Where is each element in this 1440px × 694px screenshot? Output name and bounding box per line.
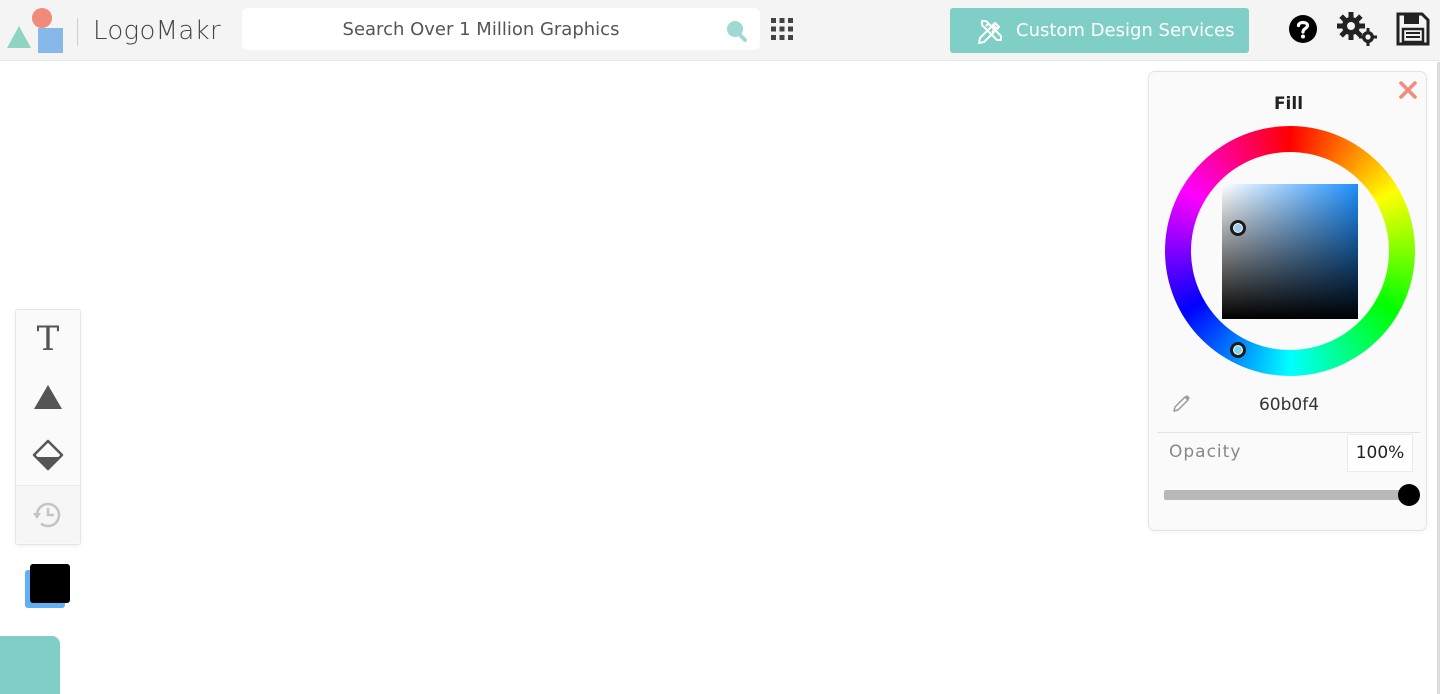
color-wheel[interactable] (1165, 126, 1415, 376)
triangle-icon (34, 385, 62, 409)
saturation-value-handle[interactable] (1230, 220, 1246, 236)
saturation-value-square[interactable] (1222, 184, 1358, 319)
logo-shapes-icon[interactable] (5, 6, 65, 54)
panel-title: Fill (1273, 94, 1304, 114)
history-tool-button[interactable] (16, 485, 80, 543)
eyedropper-icon[interactable] (1171, 392, 1193, 414)
app-logo-text[interactable]: LogoMakr (93, 16, 221, 46)
left-toolbar: T (15, 309, 81, 545)
history-icon (33, 502, 61, 527)
custom-design-services-button[interactable]: Custom Design Services (950, 8, 1249, 53)
panel-divider (1157, 432, 1420, 433)
save-icon[interactable] (1396, 12, 1430, 46)
search-input[interactable] (242, 8, 760, 50)
top-bar: LogoMakr Custom Design Services (0, 0, 1440, 61)
pencil-ruler-icon (978, 19, 1002, 44)
opacity-label: Opacity (1169, 442, 1242, 462)
custom-design-services-label: Custom Design Services (1016, 20, 1235, 41)
text-tool-button[interactable]: T (16, 310, 80, 368)
hue-handle[interactable] (1230, 342, 1246, 358)
hex-value[interactable]: 60b0f4 (1209, 395, 1369, 415)
opacity-slider-handle[interactable] (1398, 484, 1420, 506)
opacity-slider-track[interactable] (1164, 490, 1409, 500)
logo-divider (77, 18, 78, 46)
opacity-input[interactable] (1347, 434, 1413, 472)
paint-bucket-icon (32, 439, 64, 471)
search-bar[interactable] (242, 8, 760, 50)
search-icon[interactable] (724, 18, 748, 42)
shape-tool-button[interactable] (16, 368, 80, 426)
help-icon[interactable] (1288, 14, 1318, 44)
close-icon[interactable] (1398, 80, 1418, 100)
settings-icon[interactable] (1336, 11, 1378, 47)
foreground-color-swatch[interactable] (30, 564, 70, 603)
fill-color-panel: Fill 60b0f4 Opacity (1148, 71, 1427, 531)
grid-icon[interactable] (770, 17, 794, 41)
side-panel-tab[interactable] (0, 636, 60, 694)
paint-bucket-tool-button[interactable] (16, 426, 80, 484)
text-tool-icon: T (36, 319, 60, 359)
